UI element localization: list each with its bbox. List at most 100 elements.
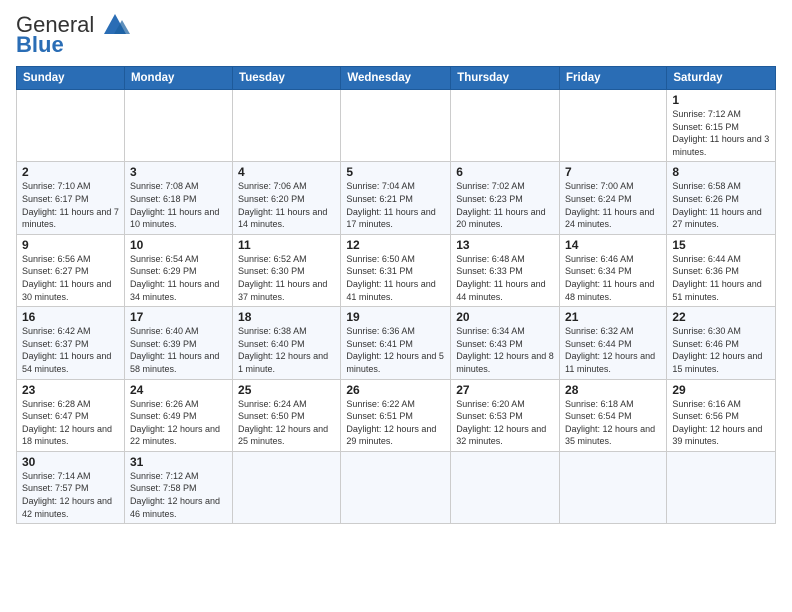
weekday-header-sunday: Sunday — [17, 67, 125, 90]
day-info: Sunrise: 7:10 AM Sunset: 6:17 PM Dayligh… — [22, 180, 119, 230]
day-number: 27 — [456, 383, 554, 397]
calendar-cell — [560, 90, 667, 162]
day-number: 26 — [346, 383, 445, 397]
day-number: 14 — [565, 238, 661, 252]
calendar-cell: 30Sunrise: 7:14 AM Sunset: 7:57 PM Dayli… — [17, 451, 125, 523]
calendar-cell: 6Sunrise: 7:02 AM Sunset: 6:23 PM Daylig… — [451, 162, 560, 234]
day-info: Sunrise: 7:00 AM Sunset: 6:24 PM Dayligh… — [565, 180, 661, 230]
calendar-cell: 19Sunrise: 6:36 AM Sunset: 6:41 PM Dayli… — [341, 307, 451, 379]
day-info: Sunrise: 7:14 AM Sunset: 7:57 PM Dayligh… — [22, 470, 119, 520]
calendar-cell — [341, 90, 451, 162]
calendar-cell — [233, 451, 341, 523]
day-number: 13 — [456, 238, 554, 252]
weekday-header-wednesday: Wednesday — [341, 67, 451, 90]
day-info: Sunrise: 6:20 AM Sunset: 6:53 PM Dayligh… — [456, 398, 554, 448]
calendar-cell: 8Sunrise: 6:58 AM Sunset: 6:26 PM Daylig… — [667, 162, 776, 234]
day-number: 18 — [238, 310, 335, 324]
week-row-2: 2Sunrise: 7:10 AM Sunset: 6:17 PM Daylig… — [17, 162, 776, 234]
day-number: 2 — [22, 165, 119, 179]
calendar-cell: 14Sunrise: 6:46 AM Sunset: 6:34 PM Dayli… — [560, 234, 667, 306]
day-info: Sunrise: 6:48 AM Sunset: 6:33 PM Dayligh… — [456, 253, 554, 303]
day-info: Sunrise: 6:38 AM Sunset: 6:40 PM Dayligh… — [238, 325, 335, 375]
day-number: 23 — [22, 383, 119, 397]
day-number: 8 — [672, 165, 770, 179]
day-info: Sunrise: 6:56 AM Sunset: 6:27 PM Dayligh… — [22, 253, 119, 303]
calendar-cell: 11Sunrise: 6:52 AM Sunset: 6:30 PM Dayli… — [233, 234, 341, 306]
day-info: Sunrise: 6:22 AM Sunset: 6:51 PM Dayligh… — [346, 398, 445, 448]
calendar-cell: 18Sunrise: 6:38 AM Sunset: 6:40 PM Dayli… — [233, 307, 341, 379]
day-info: Sunrise: 7:12 AM Sunset: 6:15 PM Dayligh… — [672, 108, 770, 158]
day-info: Sunrise: 7:12 AM Sunset: 7:58 PM Dayligh… — [130, 470, 227, 520]
day-info: Sunrise: 6:44 AM Sunset: 6:36 PM Dayligh… — [672, 253, 770, 303]
day-info: Sunrise: 6:24 AM Sunset: 6:50 PM Dayligh… — [238, 398, 335, 448]
calendar-cell — [124, 90, 232, 162]
weekday-header-saturday: Saturday — [667, 67, 776, 90]
calendar-cell: 3Sunrise: 7:08 AM Sunset: 6:18 PM Daylig… — [124, 162, 232, 234]
day-info: Sunrise: 6:32 AM Sunset: 6:44 PM Dayligh… — [565, 325, 661, 375]
calendar-cell: 23Sunrise: 6:28 AM Sunset: 6:47 PM Dayli… — [17, 379, 125, 451]
calendar-cell: 10Sunrise: 6:54 AM Sunset: 6:29 PM Dayli… — [124, 234, 232, 306]
logo: General Blue — [16, 12, 134, 58]
day-info: Sunrise: 7:06 AM Sunset: 6:20 PM Dayligh… — [238, 180, 335, 230]
calendar-cell: 12Sunrise: 6:50 AM Sunset: 6:31 PM Dayli… — [341, 234, 451, 306]
week-row-3: 9Sunrise: 6:56 AM Sunset: 6:27 PM Daylig… — [17, 234, 776, 306]
calendar-cell — [667, 451, 776, 523]
calendar-cell: 2Sunrise: 7:10 AM Sunset: 6:17 PM Daylig… — [17, 162, 125, 234]
calendar-cell — [233, 90, 341, 162]
day-info: Sunrise: 6:46 AM Sunset: 6:34 PM Dayligh… — [565, 253, 661, 303]
day-info: Sunrise: 6:36 AM Sunset: 6:41 PM Dayligh… — [346, 325, 445, 375]
day-number: 6 — [456, 165, 554, 179]
calendar-cell: 29Sunrise: 6:16 AM Sunset: 6:56 PM Dayli… — [667, 379, 776, 451]
day-number: 17 — [130, 310, 227, 324]
day-info: Sunrise: 6:18 AM Sunset: 6:54 PM Dayligh… — [565, 398, 661, 448]
weekday-header-monday: Monday — [124, 67, 232, 90]
week-row-6: 30Sunrise: 7:14 AM Sunset: 7:57 PM Dayli… — [17, 451, 776, 523]
calendar-cell: 25Sunrise: 6:24 AM Sunset: 6:50 PM Dayli… — [233, 379, 341, 451]
day-number: 9 — [22, 238, 119, 252]
day-number: 7 — [565, 165, 661, 179]
calendar-cell: 24Sunrise: 6:26 AM Sunset: 6:49 PM Dayli… — [124, 379, 232, 451]
calendar-cell: 17Sunrise: 6:40 AM Sunset: 6:39 PM Dayli… — [124, 307, 232, 379]
calendar-cell: 26Sunrise: 6:22 AM Sunset: 6:51 PM Dayli… — [341, 379, 451, 451]
calendar-cell: 7Sunrise: 7:00 AM Sunset: 6:24 PM Daylig… — [560, 162, 667, 234]
calendar-cell: 13Sunrise: 6:48 AM Sunset: 6:33 PM Dayli… — [451, 234, 560, 306]
calendar-cell: 1Sunrise: 7:12 AM Sunset: 6:15 PM Daylig… — [667, 90, 776, 162]
calendar-cell: 15Sunrise: 6:44 AM Sunset: 6:36 PM Dayli… — [667, 234, 776, 306]
day-number: 15 — [672, 238, 770, 252]
calendar-cell: 5Sunrise: 7:04 AM Sunset: 6:21 PM Daylig… — [341, 162, 451, 234]
calendar-cell — [451, 90, 560, 162]
day-info: Sunrise: 6:50 AM Sunset: 6:31 PM Dayligh… — [346, 253, 445, 303]
header: General Blue — [16, 12, 776, 58]
week-row-1: 1Sunrise: 7:12 AM Sunset: 6:15 PM Daylig… — [17, 90, 776, 162]
calendar-cell: 21Sunrise: 6:32 AM Sunset: 6:44 PM Dayli… — [560, 307, 667, 379]
day-info: Sunrise: 6:40 AM Sunset: 6:39 PM Dayligh… — [130, 325, 227, 375]
calendar-cell — [341, 451, 451, 523]
day-number: 31 — [130, 455, 227, 469]
weekday-header-friday: Friday — [560, 67, 667, 90]
day-info: Sunrise: 6:58 AM Sunset: 6:26 PM Dayligh… — [672, 180, 770, 230]
calendar-cell: 9Sunrise: 6:56 AM Sunset: 6:27 PM Daylig… — [17, 234, 125, 306]
day-info: Sunrise: 7:04 AM Sunset: 6:21 PM Dayligh… — [346, 180, 445, 230]
day-number: 20 — [456, 310, 554, 324]
day-info: Sunrise: 7:08 AM Sunset: 6:18 PM Dayligh… — [130, 180, 227, 230]
day-number: 29 — [672, 383, 770, 397]
calendar-cell: 4Sunrise: 7:06 AM Sunset: 6:20 PM Daylig… — [233, 162, 341, 234]
calendar-cell: 31Sunrise: 7:12 AM Sunset: 7:58 PM Dayli… — [124, 451, 232, 523]
calendar-cell: 22Sunrise: 6:30 AM Sunset: 6:46 PM Dayli… — [667, 307, 776, 379]
weekday-header-thursday: Thursday — [451, 67, 560, 90]
day-info: Sunrise: 6:16 AM Sunset: 6:56 PM Dayligh… — [672, 398, 770, 448]
week-row-5: 23Sunrise: 6:28 AM Sunset: 6:47 PM Dayli… — [17, 379, 776, 451]
day-number: 5 — [346, 165, 445, 179]
day-number: 28 — [565, 383, 661, 397]
day-info: Sunrise: 6:28 AM Sunset: 6:47 PM Dayligh… — [22, 398, 119, 448]
day-number: 30 — [22, 455, 119, 469]
calendar-cell — [451, 451, 560, 523]
page: General Blue SundayMondayTuesdayWednesda… — [0, 0, 792, 612]
calendar-table: SundayMondayTuesdayWednesdayThursdayFrid… — [16, 66, 776, 524]
logo-blue-text: Blue — [16, 32, 64, 58]
day-number: 3 — [130, 165, 227, 179]
day-number: 1 — [672, 93, 770, 107]
day-info: Sunrise: 7:02 AM Sunset: 6:23 PM Dayligh… — [456, 180, 554, 230]
calendar-cell: 27Sunrise: 6:20 AM Sunset: 6:53 PM Dayli… — [451, 379, 560, 451]
weekday-header-tuesday: Tuesday — [233, 67, 341, 90]
